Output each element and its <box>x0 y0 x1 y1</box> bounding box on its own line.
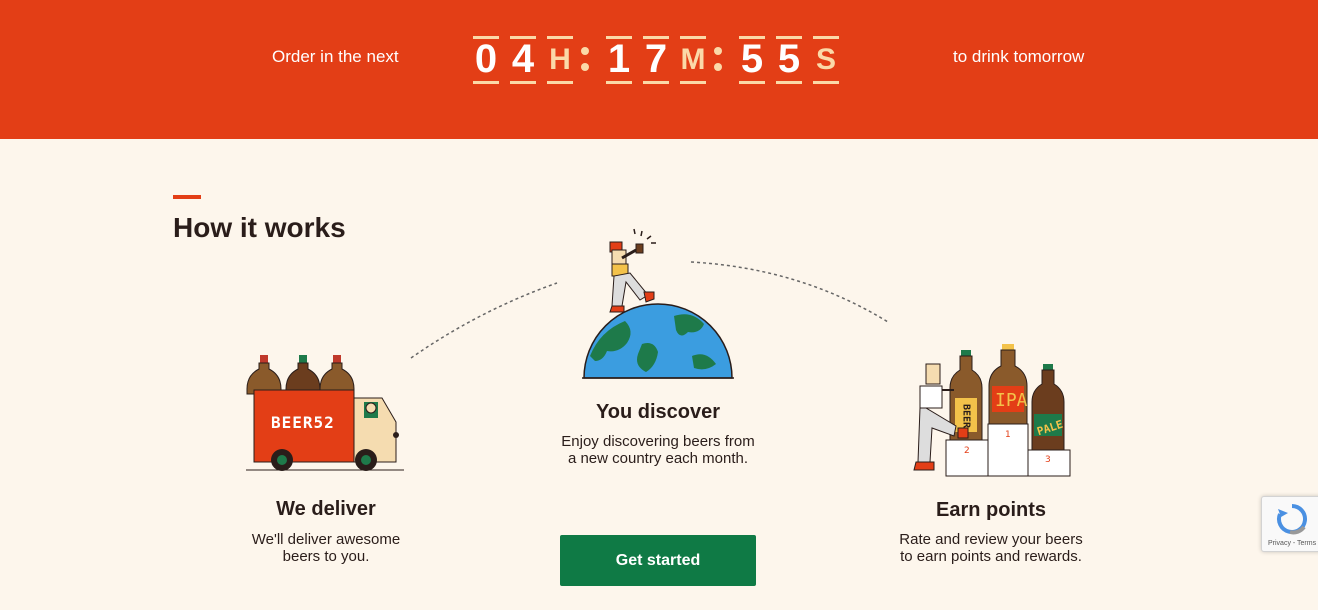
step-desc-line: a new country each month. <box>567 450 749 467</box>
recaptcha-links[interactable]: Privacy - Terms <box>1268 540 1316 547</box>
person-walking-icon <box>609 241 655 313</box>
step-desc-line: to earn points and rewards. <box>900 548 1082 565</box>
delivery-truck-illustration: BEER52 <box>246 355 404 471</box>
step-desc-line: Enjoy discovering beers from <box>561 433 755 450</box>
recaptcha-icon <box>1277 504 1307 535</box>
beer-bottle-icon <box>285 355 321 395</box>
bottle-label-ipa: IPA <box>995 390 1028 411</box>
beer-bottle-icon: PALE <box>1031 364 1065 451</box>
step-desc-deliver: We'll deliver awesome beers to you. <box>196 531 456 565</box>
step-title-discover: You discover <box>595 401 721 423</box>
beer-bottle-icon <box>319 355 355 395</box>
bottle-label-beer: BEER <box>961 404 972 429</box>
beer-bottle-icon: IPA <box>988 344 1028 425</box>
sparkle-lines-icon <box>633 228 656 244</box>
step-title-earn: Earn points <box>935 499 1046 521</box>
truck-brand-label: BEER52 <box>271 413 335 432</box>
globe-explorer-illustration <box>582 228 734 379</box>
beer-bottle-icon <box>246 355 282 395</box>
step-desc-earn: Rate and review your beers to earn point… <box>861 531 1121 565</box>
recaptcha-badge[interactable]: Privacy - Terms <box>1261 496 1318 552</box>
podium-place-2: 2 <box>964 446 970 456</box>
step-desc-line: Rate and review your beers <box>899 531 1083 548</box>
step-desc-line: We'll deliver awesome <box>251 531 401 548</box>
step-desc-discover: Enjoy discovering beers from a new count… <box>528 433 788 467</box>
get-started-button[interactable]: Get started <box>560 535 756 586</box>
step-desc-line: beers to you. <box>282 548 370 565</box>
step-title-deliver: We deliver <box>276 498 376 520</box>
podium-place-1: 1 <box>1005 430 1011 440</box>
podium-place-3: 3 <box>1045 455 1051 465</box>
podium-illustration: 1 2 3 BEER IPA PALE <box>913 344 1071 477</box>
